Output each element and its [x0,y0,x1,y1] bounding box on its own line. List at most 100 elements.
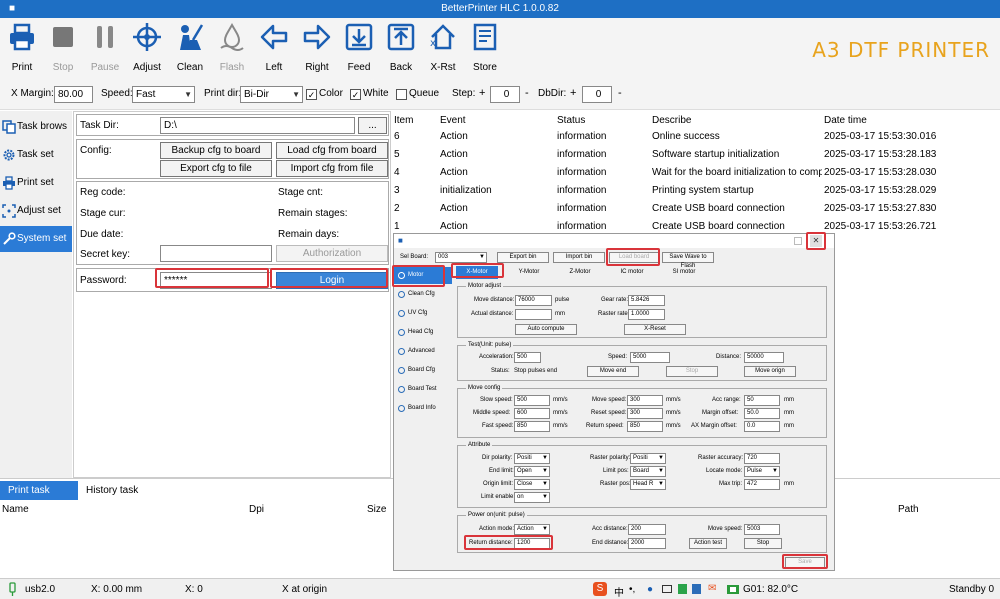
move-origin-button[interactable]: Move orign [744,366,796,377]
extra-tool-icon[interactable]: ✉ [708,583,716,594]
adjust-button[interactable]: Adjust [125,22,169,73]
save-wave-button[interactable]: Save Wave to Flash [662,252,714,269]
sel-board-select[interactable]: 003 ▼ [435,252,487,263]
tab-y-motor[interactable]: Y-Motor [509,266,549,279]
sidebar-item-task-browse[interactable]: Task brows [0,114,72,140]
skin-icon[interactable] [678,584,687,594]
max-trip-input[interactable]: 472 [744,479,780,490]
keyboard-icon[interactable] [662,585,672,593]
queue-checkbox[interactable] [396,89,407,100]
tab-print-task[interactable]: Print task [0,481,78,500]
dialog-side-head-cfg[interactable]: Head Cfg [394,324,452,341]
import-bin-button[interactable]: Import bin [553,252,605,263]
action-test-button[interactable]: Action test [689,538,727,549]
task-dir-input[interactable]: D:\ [160,117,355,134]
back-button[interactable]: Back [379,22,423,73]
gear-rate-input[interactable]: 5.8426 [628,295,665,306]
tab-ic-motor[interactable]: IC motor [612,266,652,279]
dialog-side-uv-cfg[interactable]: UV Cfg [394,305,452,322]
limit-pos-select[interactable]: Board ▼ [630,466,666,477]
store-button[interactable]: Store [463,22,507,73]
acc-range-input[interactable]: 50 [744,395,780,406]
raster-rate-input[interactable]: 1.0000 [628,309,665,320]
fast-speed-input[interactable]: 850 [514,421,550,432]
slow-speed-input[interactable]: 500 [514,395,550,406]
right-button[interactable]: Right [295,22,339,73]
color-checkbox[interactable]: ✓ [306,89,317,100]
print-button[interactable]: Print [0,22,44,73]
middle-speed-input[interactable]: 600 [514,408,550,419]
browse-button[interactable]: ... [358,117,387,134]
locate-mode-select[interactable]: Pulse ▼ [744,466,780,477]
left-button[interactable]: Left [252,22,296,73]
backup-cfg-button[interactable]: Backup cfg to board [160,142,272,159]
move-distance-input[interactable]: 76000 [515,295,552,306]
x-margin-input[interactable]: 80.00 [54,86,93,103]
import-cfg-button[interactable]: Import cfg from file [276,160,388,177]
sidebar-item-task-set[interactable]: Task set [0,142,72,168]
clean-button[interactable]: Clean [168,22,212,73]
step-plus-button[interactable]: + [479,87,485,99]
step-input[interactable]: 0 [490,86,520,103]
table-row[interactable]: 6 Action information Online success 2025… [391,131,1000,149]
dialog-side-clean-cfg[interactable]: Clean Cfg [394,286,452,303]
return-speed-input[interactable]: 850 [627,421,663,432]
ime-language[interactable]: 中 [614,584,624,599]
tab-si-motor[interactable]: SI motor [664,266,704,279]
sidebar-item-adjust-set[interactable]: Adjust set [0,198,72,224]
move-end-button[interactable]: Move end [587,366,639,377]
x-reset-button[interactable]: x X-Rst [421,22,465,73]
speed-select[interactable]: Fast ▼ [132,86,195,103]
auto-compute-button[interactable]: Auto compute [515,324,577,335]
ime-logo-icon[interactable]: S [593,582,607,596]
dialog-side-board-cfg[interactable]: Board Cfg [394,362,452,379]
load-cfg-button[interactable]: Load cfg from board [276,142,388,159]
pause-button[interactable]: Pause [83,22,127,73]
dialog-side-board-info[interactable]: Board Info [394,400,452,417]
dbdir-plus-button[interactable]: + [570,87,576,99]
authorization-button[interactable]: Authorization [276,245,388,262]
export-cfg-button[interactable]: Export cfg to file [160,160,272,177]
tab-history-task[interactable]: History task [78,481,146,500]
flash-button[interactable]: Flash [210,22,254,73]
reset-speed-input[interactable]: 300 [627,408,663,419]
end-limit-select[interactable]: Open ▼ [514,466,550,477]
acc-distance-input[interactable]: 200 [628,524,666,535]
dbdir-minus-button[interactable]: - [618,87,622,99]
move-speed-input[interactable]: 300 [627,395,663,406]
sidebar-item-system-set[interactable]: System set [0,226,72,252]
toolbox-icon[interactable] [692,584,701,594]
table-row[interactable]: 4 Action information Wait for the board … [391,167,1000,185]
tab-z-motor[interactable]: Z-Motor [560,266,600,279]
dialog-side-advanced[interactable]: Advanced [394,343,452,360]
limit-enable-select[interactable]: on ▼ [514,492,550,503]
print-dir-select[interactable]: Bi-Dir ▼ [240,86,303,103]
maximize-icon[interactable] [794,237,802,245]
test-distance-input[interactable]: 50000 [744,352,784,363]
raster-polarity-select[interactable]: Positi ▼ [630,453,666,464]
dbdir-input[interactable]: 0 [582,86,612,103]
power-move-speed-input[interactable]: 5003 [744,524,780,535]
ime-punctuation[interactable]: •, [629,584,635,595]
test-speed-input[interactable]: 5000 [630,352,670,363]
power-stop-button[interactable]: Stop [744,538,782,549]
test-stop-button[interactable]: Stop [666,366,718,377]
acceleration-input[interactable]: 500 [514,352,541,363]
end-distance-input[interactable]: 2000 [628,538,666,549]
step-minus-button[interactable]: - [525,87,529,99]
margin-offset-input[interactable]: 50.0 [744,408,780,419]
x-reset-dialog-button[interactable]: X-Reset [624,324,686,335]
table-row[interactable]: 3 initialization information Printing sy… [391,185,1000,203]
action-mode-select[interactable]: Action ▼ [514,524,550,535]
origin-limit-select[interactable]: Close ▼ [514,479,550,490]
dir-polarity-select[interactable]: Positi ▼ [514,453,550,464]
table-row[interactable]: 2 Action information Create USB board co… [391,203,1000,221]
actual-distance-input[interactable] [515,309,552,320]
white-checkbox[interactable]: ✓ [350,89,361,100]
raster-accuracy-input[interactable]: 720 [744,453,780,464]
secret-key-input[interactable] [160,245,272,262]
dialog-side-board-test[interactable]: Board Test [394,381,452,398]
ax-margin-offset-input[interactable]: 0.0 [744,421,780,432]
sidebar-item-print-set[interactable]: Print set [0,170,72,196]
table-row[interactable]: 5 Action information Software startup in… [391,149,1000,167]
